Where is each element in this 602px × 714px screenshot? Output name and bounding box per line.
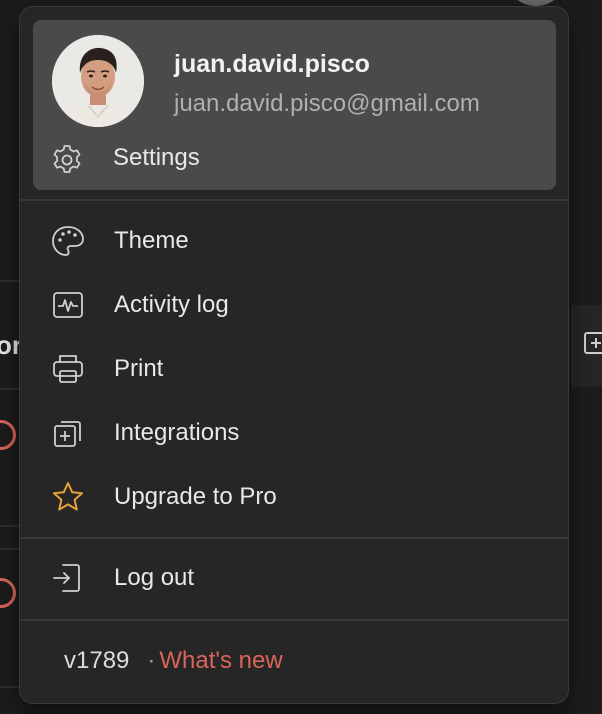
divider bbox=[0, 525, 20, 527]
star-icon bbox=[50, 479, 86, 515]
upgrade-to-pro-label: Upgrade to Pro bbox=[114, 483, 277, 510]
divider bbox=[20, 619, 568, 621]
divider bbox=[0, 548, 20, 550]
separator-dot: · bbox=[147, 647, 156, 674]
avatar bbox=[52, 35, 144, 127]
task-checkbox[interactable] bbox=[0, 420, 16, 450]
profile-card[interactable]: juan.david.pisco juan.david.pisco@gmail.… bbox=[33, 20, 556, 190]
add-icon bbox=[584, 332, 602, 354]
footer: v1789 · What's new bbox=[64, 647, 283, 675]
logout-icon bbox=[50, 560, 86, 596]
user-menu-dropdown: juan.david.pisco juan.david.pisco@gmail.… bbox=[19, 6, 569, 704]
settings-menu-item[interactable]: Settings bbox=[33, 138, 556, 182]
printer-icon bbox=[50, 351, 86, 387]
upgrade-to-pro-menu-item[interactable]: Upgrade to Pro bbox=[20, 469, 568, 525]
profile-email: juan.david.pisco@gmail.com bbox=[174, 90, 480, 117]
theme-label: Theme bbox=[114, 227, 189, 254]
integrations-label: Integrations bbox=[114, 419, 240, 446]
print-label: Print bbox=[114, 355, 164, 382]
activity-icon bbox=[50, 287, 86, 323]
logout-label: Log out bbox=[114, 564, 195, 591]
integrations-menu-item[interactable]: Integrations bbox=[20, 405, 568, 461]
add-section-button[interactable] bbox=[572, 305, 602, 387]
profile-username: juan.david.pisco bbox=[174, 50, 370, 78]
whats-new-link[interactable]: What's new bbox=[159, 647, 282, 674]
version-label: v1789 bbox=[64, 647, 130, 674]
activity-log-menu-item[interactable]: Activity log bbox=[20, 277, 568, 333]
integrations-icon bbox=[50, 415, 86, 451]
palette-icon bbox=[50, 223, 86, 259]
gear-icon bbox=[49, 142, 85, 178]
settings-label: Settings bbox=[113, 144, 200, 171]
divider bbox=[0, 388, 20, 390]
activity-log-label: Activity log bbox=[114, 291, 229, 318]
task-checkbox[interactable] bbox=[0, 578, 16, 608]
divider bbox=[0, 686, 20, 688]
theme-menu-item[interactable]: Theme bbox=[20, 213, 568, 269]
print-menu-item[interactable]: Print bbox=[20, 341, 568, 397]
divider bbox=[20, 199, 568, 201]
divider bbox=[0, 280, 20, 282]
divider bbox=[20, 537, 568, 539]
logout-menu-item[interactable]: Log out bbox=[20, 550, 568, 606]
